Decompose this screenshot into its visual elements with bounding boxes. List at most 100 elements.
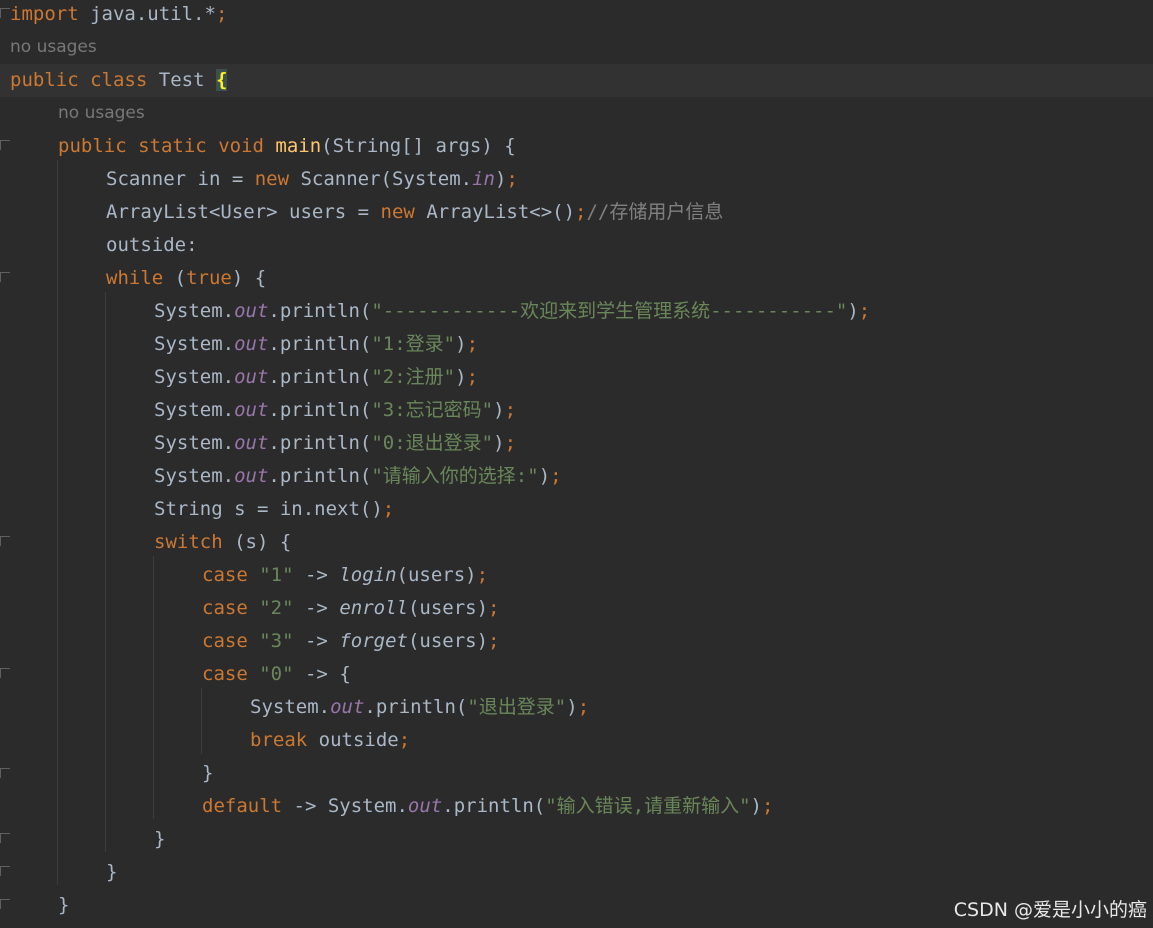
- code-editor[interactable]: import java.util.*; no usages public cla…: [0, 0, 1153, 928]
- code-text: (s) {: [222, 531, 292, 553]
- code-text: ): [847, 300, 859, 322]
- code-text: }: [58, 894, 70, 916]
- code-line[interactable]: String s = in.next();: [0, 493, 1153, 526]
- code-line[interactable]: case "1" -> login(users);: [0, 559, 1153, 592]
- code-line[interactable]: switch (s) {: [0, 526, 1153, 559]
- code-line[interactable]: System.out.println("0:退出登录");: [0, 427, 1153, 460]
- code-text: ->: [293, 564, 340, 586]
- semicolon: ;: [476, 564, 489, 586]
- code-text: System.: [154, 465, 235, 487]
- code-line[interactable]: }: [0, 856, 1153, 889]
- code-line[interactable]: System.out.println("------------欢迎来到学生管理…: [0, 295, 1153, 328]
- keyword: true: [186, 267, 232, 289]
- code-text: ): [493, 399, 505, 421]
- code-line[interactable]: System.out.println("退出登录");: [0, 691, 1153, 724]
- code-text: ) {: [231, 267, 267, 289]
- code-text: }: [202, 762, 214, 784]
- semicolon: ;: [215, 3, 228, 25]
- code-line[interactable]: System.out.println("1:登录");: [0, 328, 1153, 361]
- code-text: System.: [154, 399, 235, 421]
- code-text: ): [494, 168, 507, 190]
- semicolon: ;: [506, 168, 518, 190]
- code-text: .println(: [268, 300, 372, 322]
- code-text: .println(: [364, 696, 468, 718]
- static-field: out: [407, 795, 443, 817]
- code-text: outside: [307, 729, 399, 751]
- code-text: .println(: [268, 465, 372, 487]
- code-line[interactable]: }: [0, 757, 1153, 790]
- code-line-current[interactable]: public class Test {: [0, 64, 1153, 97]
- usage-hint-text: no usages: [10, 37, 97, 57]
- keyword: case: [202, 630, 248, 652]
- code-line[interactable]: Scanner in = new Scanner(System.in);: [0, 163, 1153, 196]
- static-field: out: [234, 432, 269, 454]
- static-field: out: [234, 300, 269, 322]
- comment: //存储用户信息: [586, 201, 724, 223]
- method-call: login: [339, 564, 397, 586]
- code-text: System.: [327, 795, 408, 817]
- string-literal: "2": [259, 597, 294, 619]
- code-text: System.: [250, 696, 331, 718]
- code-line[interactable]: outside:: [0, 229, 1153, 262]
- semicolon: ;: [466, 333, 479, 355]
- keyword: public: [10, 69, 79, 91]
- code-line[interactable]: System.out.println("3:忘记密码");: [0, 394, 1153, 427]
- semicolon: ;: [577, 696, 590, 718]
- code-text: ): [538, 465, 551, 487]
- string-literal: "------------欢迎来到学生管理系统-----------": [371, 300, 848, 322]
- code-text: ->: [293, 630, 340, 652]
- usage-hint[interactable]: no usages: [0, 97, 1153, 130]
- code-line[interactable]: System.out.println("2:注册");: [0, 361, 1153, 394]
- string-literal: "2:注册": [371, 366, 456, 388]
- static-field: out: [234, 465, 269, 487]
- semicolon: ;: [488, 597, 500, 619]
- code-line[interactable]: default -> System.out.println("输入错误,请重新输…: [0, 790, 1153, 823]
- code-text: ArrayList<User> users =: [106, 201, 381, 223]
- semicolon: ;: [858, 300, 871, 322]
- code-text: {: [339, 663, 351, 685]
- usage-hint[interactable]: no usages: [0, 31, 1153, 64]
- keyword: new: [380, 201, 415, 223]
- keyword: case: [202, 597, 248, 619]
- static-field: out: [234, 366, 269, 388]
- code-text: System.: [154, 432, 235, 454]
- keyword: class: [90, 69, 148, 91]
- keyword: public: [58, 135, 127, 157]
- code-text: System.: [154, 333, 235, 355]
- semicolon: ;: [488, 630, 500, 652]
- class-name: Test: [158, 69, 205, 91]
- code-line[interactable]: import java.util.*;: [0, 0, 1153, 31]
- code-line[interactable]: while (true) {: [0, 262, 1153, 295]
- semicolon: ;: [575, 201, 587, 223]
- keyword: case: [202, 564, 248, 586]
- code-line[interactable]: case "2" -> enroll(users);: [0, 592, 1153, 625]
- static-field: out: [330, 696, 365, 718]
- string-literal: "3": [259, 630, 294, 652]
- keyword: switch: [154, 531, 223, 553]
- code-text: (users): [407, 630, 489, 652]
- code-line[interactable]: case "3" -> forget(users);: [0, 625, 1153, 658]
- code-text: (users): [407, 597, 489, 619]
- keyword: import: [10, 3, 79, 25]
- code-text: ->: [293, 597, 340, 619]
- code-line[interactable]: public static void main(String[] args) {: [0, 130, 1153, 163]
- semicolon: ;: [504, 399, 517, 421]
- code-line[interactable]: }: [0, 823, 1153, 856]
- code-line[interactable]: ArrayList<User> users = new ArrayList<>(…: [0, 196, 1153, 229]
- string-literal: "1": [259, 564, 294, 586]
- code-text: .println(: [268, 366, 372, 388]
- string-literal: "0": [259, 663, 294, 685]
- method-call: forget: [339, 630, 408, 652]
- code-text: ): [566, 696, 578, 718]
- usage-hint-text: no usages: [58, 103, 145, 123]
- keyword: static: [138, 135, 207, 157]
- code-line[interactable]: System.out.println("请输入你的选择:");: [0, 460, 1153, 493]
- code-line[interactable]: break outside;: [0, 724, 1153, 757]
- code-text: (users): [396, 564, 477, 586]
- code-text: ->: [282, 795, 328, 817]
- code-text: ): [455, 366, 467, 388]
- method-params: (String[] args) {: [321, 135, 516, 157]
- keyword: while: [106, 267, 164, 289]
- code-line[interactable]: case "0" -> {: [0, 658, 1153, 691]
- string-literal: "1:登录": [371, 333, 456, 355]
